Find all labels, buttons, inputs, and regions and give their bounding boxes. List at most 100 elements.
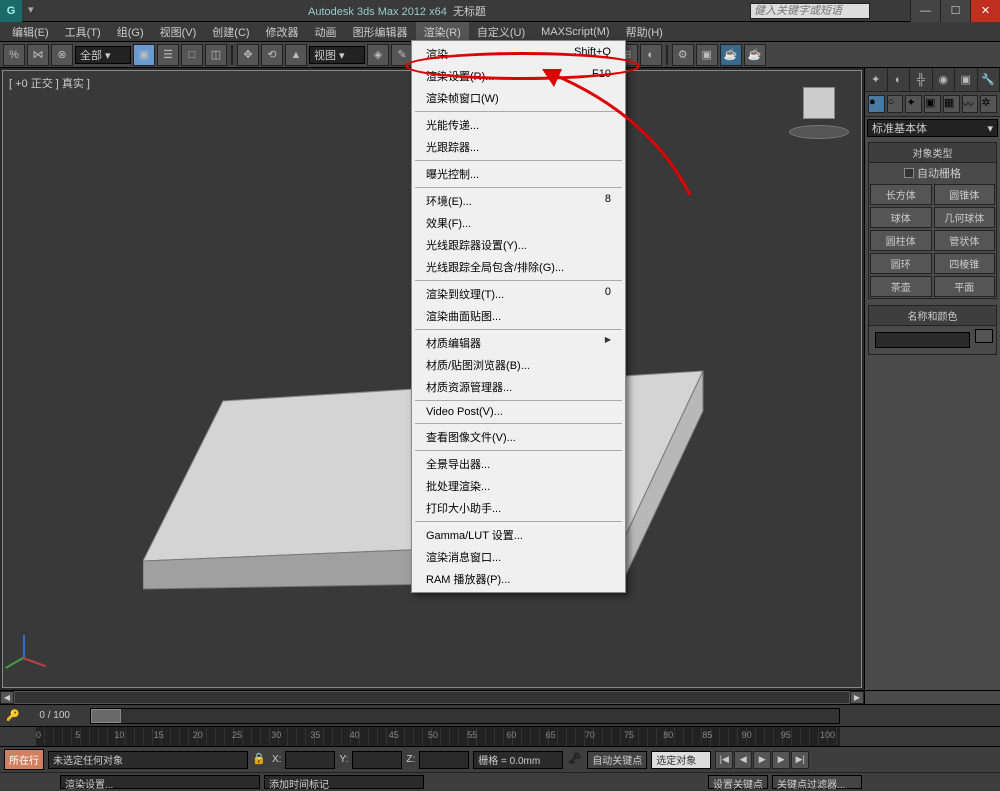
key-lock-icon[interactable]: 🗝	[567, 752, 583, 768]
menu-item[interactable]: 渲染设置(R)...F10	[412, 65, 625, 87]
menu-item[interactable]: 光跟踪器...	[412, 136, 625, 158]
primitive-button[interactable]: 长方体	[870, 184, 932, 205]
object-name-input[interactable]	[875, 332, 970, 348]
material-icon[interactable]: ◐	[640, 44, 662, 66]
help-search-input[interactable]	[750, 3, 870, 19]
qat-icon[interactable]: ▾	[28, 3, 44, 19]
menu-item[interactable]: 查看图像文件(V)...	[412, 426, 625, 448]
menu-item[interactable]: 批处理渲染...	[412, 475, 625, 497]
coord-x[interactable]	[285, 751, 335, 769]
ruler-marks[interactable]: 0510152025303540455055606570758085909510…	[36, 727, 840, 746]
time-handle[interactable]	[91, 709, 121, 723]
menu-item[interactable]: 渲染帧窗口(W)	[412, 87, 625, 109]
shapes-icon[interactable]: ○	[887, 95, 904, 113]
lights-icon[interactable]: ✦	[905, 95, 922, 113]
menu-item[interactable]: 环境(E)...8	[412, 190, 625, 212]
select-name-icon[interactable]: ☰	[157, 44, 179, 66]
scroll-left-icon[interactable]: ◀	[0, 691, 14, 704]
menu-item[interactable]: 自定义(U)	[469, 22, 533, 42]
key-mode-icon[interactable]: 🔑	[6, 709, 20, 722]
object-color-swatch[interactable]	[975, 329, 993, 343]
primitive-button[interactable]: 圆锥体	[934, 184, 996, 205]
create-tab[interactable]: ✦	[865, 68, 888, 91]
lock-selection-icon[interactable]: 🔒	[252, 752, 268, 768]
time-track[interactable]	[90, 708, 840, 724]
systems-icon[interactable]: ✲	[980, 95, 997, 113]
motion-tab[interactable]: ◉	[933, 68, 956, 91]
menu-item[interactable]: 帮助(H)	[618, 22, 671, 42]
render-frame-icon[interactable]: ▣	[696, 44, 718, 66]
rotate-icon[interactable]: ⟲	[261, 44, 283, 66]
unlink-icon[interactable]: ⋈	[27, 44, 49, 66]
primitive-button[interactable]: 圆柱体	[870, 230, 932, 251]
ref-coord[interactable]: 视图 ▾	[309, 46, 365, 64]
scroll-right-icon[interactable]: ▶	[850, 691, 864, 704]
space-warps-icon[interactable]: 〰	[962, 95, 979, 113]
menu-item[interactable]: 动画	[307, 22, 345, 42]
menu-item[interactable]: 组(G)	[109, 22, 152, 42]
key-target[interactable]: 选定对象	[651, 751, 711, 769]
trackbar-toggle[interactable]	[0, 727, 36, 746]
viewport-hscroll[interactable]: ◀ ▶	[0, 690, 1000, 704]
menu-item[interactable]: 视图(V)	[152, 22, 205, 42]
menu-item[interactable]: 渲染到纹理(T)...0	[412, 283, 625, 305]
coord-y[interactable]	[352, 751, 402, 769]
menu-item[interactable]: 编辑(E)	[4, 22, 57, 42]
time-slider[interactable]: 🔑 0 / 100	[0, 704, 1000, 726]
goto-end-icon[interactable]: ▶|	[791, 751, 809, 769]
rollout-header[interactable]: 对象类型	[869, 143, 996, 163]
bind-icon[interactable]: ⊗	[51, 44, 73, 66]
primitive-button[interactable]: 平面	[934, 276, 996, 297]
coord-z[interactable]	[419, 751, 469, 769]
helpers-icon[interactable]: ▦	[943, 95, 960, 113]
app-logo[interactable]: G	[0, 0, 22, 22]
rect-select-icon[interactable]: □	[181, 44, 203, 66]
prev-frame-icon[interactable]: ◀	[734, 751, 752, 769]
primitive-button[interactable]: 管状体	[934, 230, 996, 251]
maximize-button[interactable]: ☐	[940, 0, 970, 22]
menu-item[interactable]: 材质编辑器	[412, 332, 625, 354]
display-tab[interactable]: ▣	[955, 68, 978, 91]
rollout-header[interactable]: 名称和颜色	[869, 306, 996, 326]
goto-start-icon[interactable]: |◀	[715, 751, 733, 769]
menu-item[interactable]: Video Post(V)...	[412, 403, 625, 421]
primitive-button[interactable]: 圆环	[870, 253, 932, 274]
link-icon[interactable]: %	[3, 44, 25, 66]
close-button[interactable]: ✕	[970, 0, 1000, 22]
cameras-icon[interactable]: ▣	[924, 95, 941, 113]
render-production-icon[interactable]: ☕	[744, 44, 766, 66]
viewcube[interactable]	[789, 81, 849, 141]
window-crossing-icon[interactable]: ◫	[205, 44, 227, 66]
menu-item[interactable]: 光线跟踪器设置(Y)...	[412, 234, 625, 256]
next-frame-icon[interactable]: ▶	[772, 751, 790, 769]
menu-item[interactable]: 打印大小助手...	[412, 497, 625, 519]
hierarchy-tab[interactable]: ╬	[910, 68, 933, 91]
menu-item[interactable]: 创建(C)	[204, 22, 257, 42]
menu-item[interactable]: 工具(T)	[57, 22, 109, 42]
setkey-button[interactable]: 设置关键点	[708, 775, 768, 789]
menu-item[interactable]: RAM 播放器(P)...	[412, 568, 625, 590]
menu-item[interactable]: 渲染Shift+Q	[412, 43, 625, 65]
geometry-icon[interactable]: ●	[868, 95, 885, 113]
menu-item[interactable]: 材质/贴图浏览器(B)...	[412, 354, 625, 376]
subcategory-dropdown[interactable]: 标准基本体▾	[867, 119, 998, 137]
menu-item[interactable]: 效果(F)...	[412, 212, 625, 234]
menu-item[interactable]: MAXScript(M)	[533, 24, 617, 40]
move-icon[interactable]: ✥	[237, 44, 259, 66]
menu-item[interactable]: 光线跟踪全局包含/排除(G)...	[412, 256, 625, 278]
primitive-button[interactable]: 茶壶	[870, 276, 932, 297]
menu-item[interactable]: 修改器	[258, 22, 307, 42]
menu-item[interactable]: 图形编辑器	[345, 22, 416, 42]
primitive-button[interactable]: 四棱锥	[934, 253, 996, 274]
menu-item[interactable]: 渲染曲面贴图...	[412, 305, 625, 327]
selection-filter[interactable]: 全部 ▾	[75, 46, 131, 64]
render-icon[interactable]: ☕	[720, 44, 742, 66]
scale-icon[interactable]: ▲	[285, 44, 307, 66]
menu-item[interactable]: 渲染消息窗口...	[412, 546, 625, 568]
keyfilter-button[interactable]: 关键点过滤器...	[772, 775, 862, 789]
menu-item[interactable]: Gamma/LUT 设置...	[412, 524, 625, 546]
pivot-icon[interactable]: ◈	[367, 44, 389, 66]
select-icon[interactable]: ▣	[133, 44, 155, 66]
menu-item[interactable]: 光能传递...	[412, 114, 625, 136]
menu-item[interactable]: 渲染(R)	[416, 22, 469, 42]
